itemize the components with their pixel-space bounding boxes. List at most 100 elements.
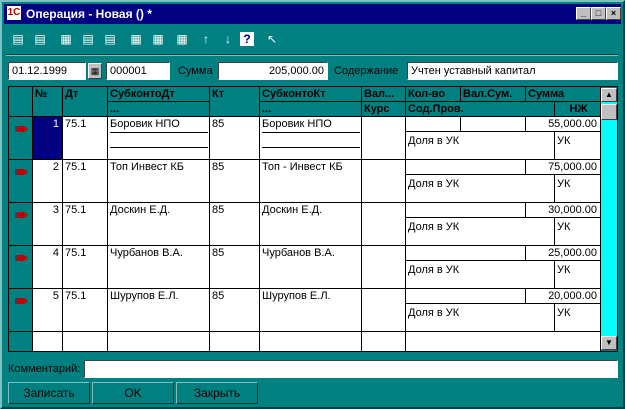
cell-kt[interactable]: 85 xyxy=(210,203,260,246)
cell-currency[interactable] xyxy=(362,203,406,246)
cell-num[interactable]: 3 xyxy=(33,203,63,246)
ungroup-icon[interactable]: ▦ xyxy=(148,29,168,49)
delete-row-icon[interactable]: ▤ xyxy=(100,29,120,49)
cell-currency[interactable] xyxy=(362,246,406,289)
cell-qty[interactable] xyxy=(406,203,526,218)
edit-row-icon[interactable]: ▦ xyxy=(56,29,76,49)
cell-nzh[interactable]: УК xyxy=(555,175,601,203)
col-header-currency[interactable]: Вал... xyxy=(362,87,406,102)
close-button[interactable]: Закрыть xyxy=(176,382,258,404)
col-header-sum[interactable]: Сумма xyxy=(526,87,601,102)
cell-subconto-dt[interactable]: Боровик НПО xyxy=(108,117,210,160)
cell-cur-sum[interactable] xyxy=(461,117,526,132)
scroll-up-icon[interactable]: ▲ xyxy=(601,88,617,102)
cell-content[interactable]: Доля в УК xyxy=(406,261,555,289)
add-row-icon[interactable]: ▤ xyxy=(8,29,28,49)
cell-subconto-dt[interactable]: Шурупов Е.Л. xyxy=(108,289,210,332)
cell-subconto-kt[interactable]: Чурбанов В.А. xyxy=(260,246,362,289)
cell-currency[interactable] xyxy=(362,332,406,351)
cell-sum[interactable] xyxy=(406,332,601,351)
help-icon[interactable]: ? xyxy=(240,32,254,46)
subtotal-icon[interactable]: ▦ xyxy=(172,29,192,49)
cell-content[interactable]: Доля в УК xyxy=(406,304,555,332)
move-up-icon[interactable]: ↑ xyxy=(196,29,216,49)
col-header-subconto-dt[interactable]: СубконтоДт xyxy=(108,87,210,102)
cell-currency[interactable] xyxy=(362,117,406,160)
cell-kt[interactable]: 85 xyxy=(210,160,260,203)
cell-subconto-kt[interactable] xyxy=(260,332,362,351)
col-header-dt[interactable]: Дт xyxy=(63,87,108,117)
cell-kt[interactable]: 85 xyxy=(210,117,260,160)
cell-nzh[interactable]: УК xyxy=(555,132,601,160)
cell-dt[interactable]: 75.1 xyxy=(63,160,108,203)
cell-num[interactable]: 5 xyxy=(33,289,63,332)
row-marker[interactable] xyxy=(9,160,33,203)
cell-subconto-dt[interactable]: Чурбанов В.А. xyxy=(108,246,210,289)
number-field[interactable]: 000001 xyxy=(106,62,170,80)
col-header-qty[interactable]: Кол-во xyxy=(406,87,461,102)
cell-subconto-dt[interactable]: Доскин Е.Д. xyxy=(108,203,210,246)
cell-subconto-dt[interactable] xyxy=(108,332,210,351)
comment-field[interactable] xyxy=(84,360,618,378)
row-marker[interactable] xyxy=(9,246,33,289)
save-button[interactable]: Записать xyxy=(8,382,90,404)
context-help-icon[interactable]: ↖ xyxy=(262,29,282,49)
cell-content[interactable]: Доля в УК xyxy=(406,132,555,160)
cell-num[interactable] xyxy=(33,332,63,351)
cell-nzh[interactable]: УК xyxy=(555,304,601,332)
cell-qty[interactable] xyxy=(406,246,526,261)
cell-dt[interactable]: 75.1 xyxy=(63,289,108,332)
maximize-button[interactable]: □ xyxy=(591,7,606,20)
sum-field[interactable]: 205,000.00 xyxy=(218,62,328,80)
cell-content[interactable]: Доля в УК xyxy=(406,218,555,246)
cell-kt[interactable] xyxy=(210,332,260,351)
row-marker[interactable] xyxy=(9,289,33,332)
col-header-subconto-dt-sub[interactable]: ... xyxy=(108,102,210,117)
col-header-kt[interactable]: Кт xyxy=(210,87,260,117)
cell-qty[interactable] xyxy=(406,160,526,175)
cell-currency[interactable] xyxy=(362,160,406,203)
cell-qty[interactable] xyxy=(406,117,461,132)
close-window-button[interactable]: × xyxy=(606,7,621,20)
cell-dt[interactable] xyxy=(63,332,108,351)
cell-sum[interactable]: 25,000.00 xyxy=(526,246,601,261)
cell-content[interactable]: Доля в УК xyxy=(406,175,555,203)
col-header-subconto-kt-sub[interactable]: ... xyxy=(260,102,362,117)
cell-kt[interactable]: 85 xyxy=(210,246,260,289)
minimize-button[interactable]: _ xyxy=(576,7,591,20)
col-header-nzh[interactable]: НЖ xyxy=(555,102,601,117)
cell-subconto-kt[interactable]: Боровик НПО xyxy=(260,117,362,160)
insert-icon[interactable]: ▤ xyxy=(78,29,98,49)
cell-qty[interactable] xyxy=(406,289,526,304)
cell-sum[interactable]: 55,000.00 xyxy=(526,117,601,132)
cell-subconto-kt[interactable]: Доскин Е.Д. xyxy=(260,203,362,246)
row-marker[interactable] xyxy=(9,203,33,246)
cell-subconto-dt[interactable]: Топ Инвест КБ xyxy=(108,160,210,203)
cell-nzh[interactable]: УК xyxy=(555,218,601,246)
calendar-icon[interactable]: ▦ xyxy=(88,63,102,79)
cell-dt[interactable]: 75.1 xyxy=(63,117,108,160)
scroll-thumb[interactable] xyxy=(601,104,617,120)
cell-num[interactable]: 2 xyxy=(33,160,63,203)
cell-dt[interactable]: 75.1 xyxy=(63,246,108,289)
date-field[interactable]: 01.12.1999 xyxy=(8,62,86,80)
cell-sum[interactable]: 30,000.00 xyxy=(526,203,601,218)
cell-num[interactable]: 1 xyxy=(33,117,63,160)
col-header-content[interactable]: Сод.Пров. xyxy=(406,102,555,117)
group-icon[interactable]: ▦ xyxy=(126,29,146,49)
col-header-rate[interactable]: Курс xyxy=(362,102,406,117)
scroll-down-icon[interactable]: ▼ xyxy=(601,336,617,350)
cell-currency[interactable] xyxy=(362,289,406,332)
cell-dt[interactable]: 75.1 xyxy=(63,203,108,246)
cell-nzh[interactable]: УК xyxy=(555,261,601,289)
row-marker[interactable] xyxy=(9,117,33,160)
col-header-num[interactable]: № xyxy=(33,87,63,117)
cell-sum[interactable]: 75,000.00 xyxy=(526,160,601,175)
col-header-subconto-kt[interactable]: СубконтоКт xyxy=(260,87,362,102)
entries-table[interactable]: № Дт СубконтоДт ... Кт СубконтоКт ... Ва… xyxy=(8,86,618,352)
copy-row-icon[interactable]: ▤ xyxy=(30,29,50,49)
move-down-icon[interactable]: ↓ xyxy=(218,29,238,49)
ok-button[interactable]: OK xyxy=(92,382,174,404)
col-header-cur-sum[interactable]: Вал.Сум. xyxy=(461,87,526,102)
cell-kt[interactable]: 85 xyxy=(210,289,260,332)
